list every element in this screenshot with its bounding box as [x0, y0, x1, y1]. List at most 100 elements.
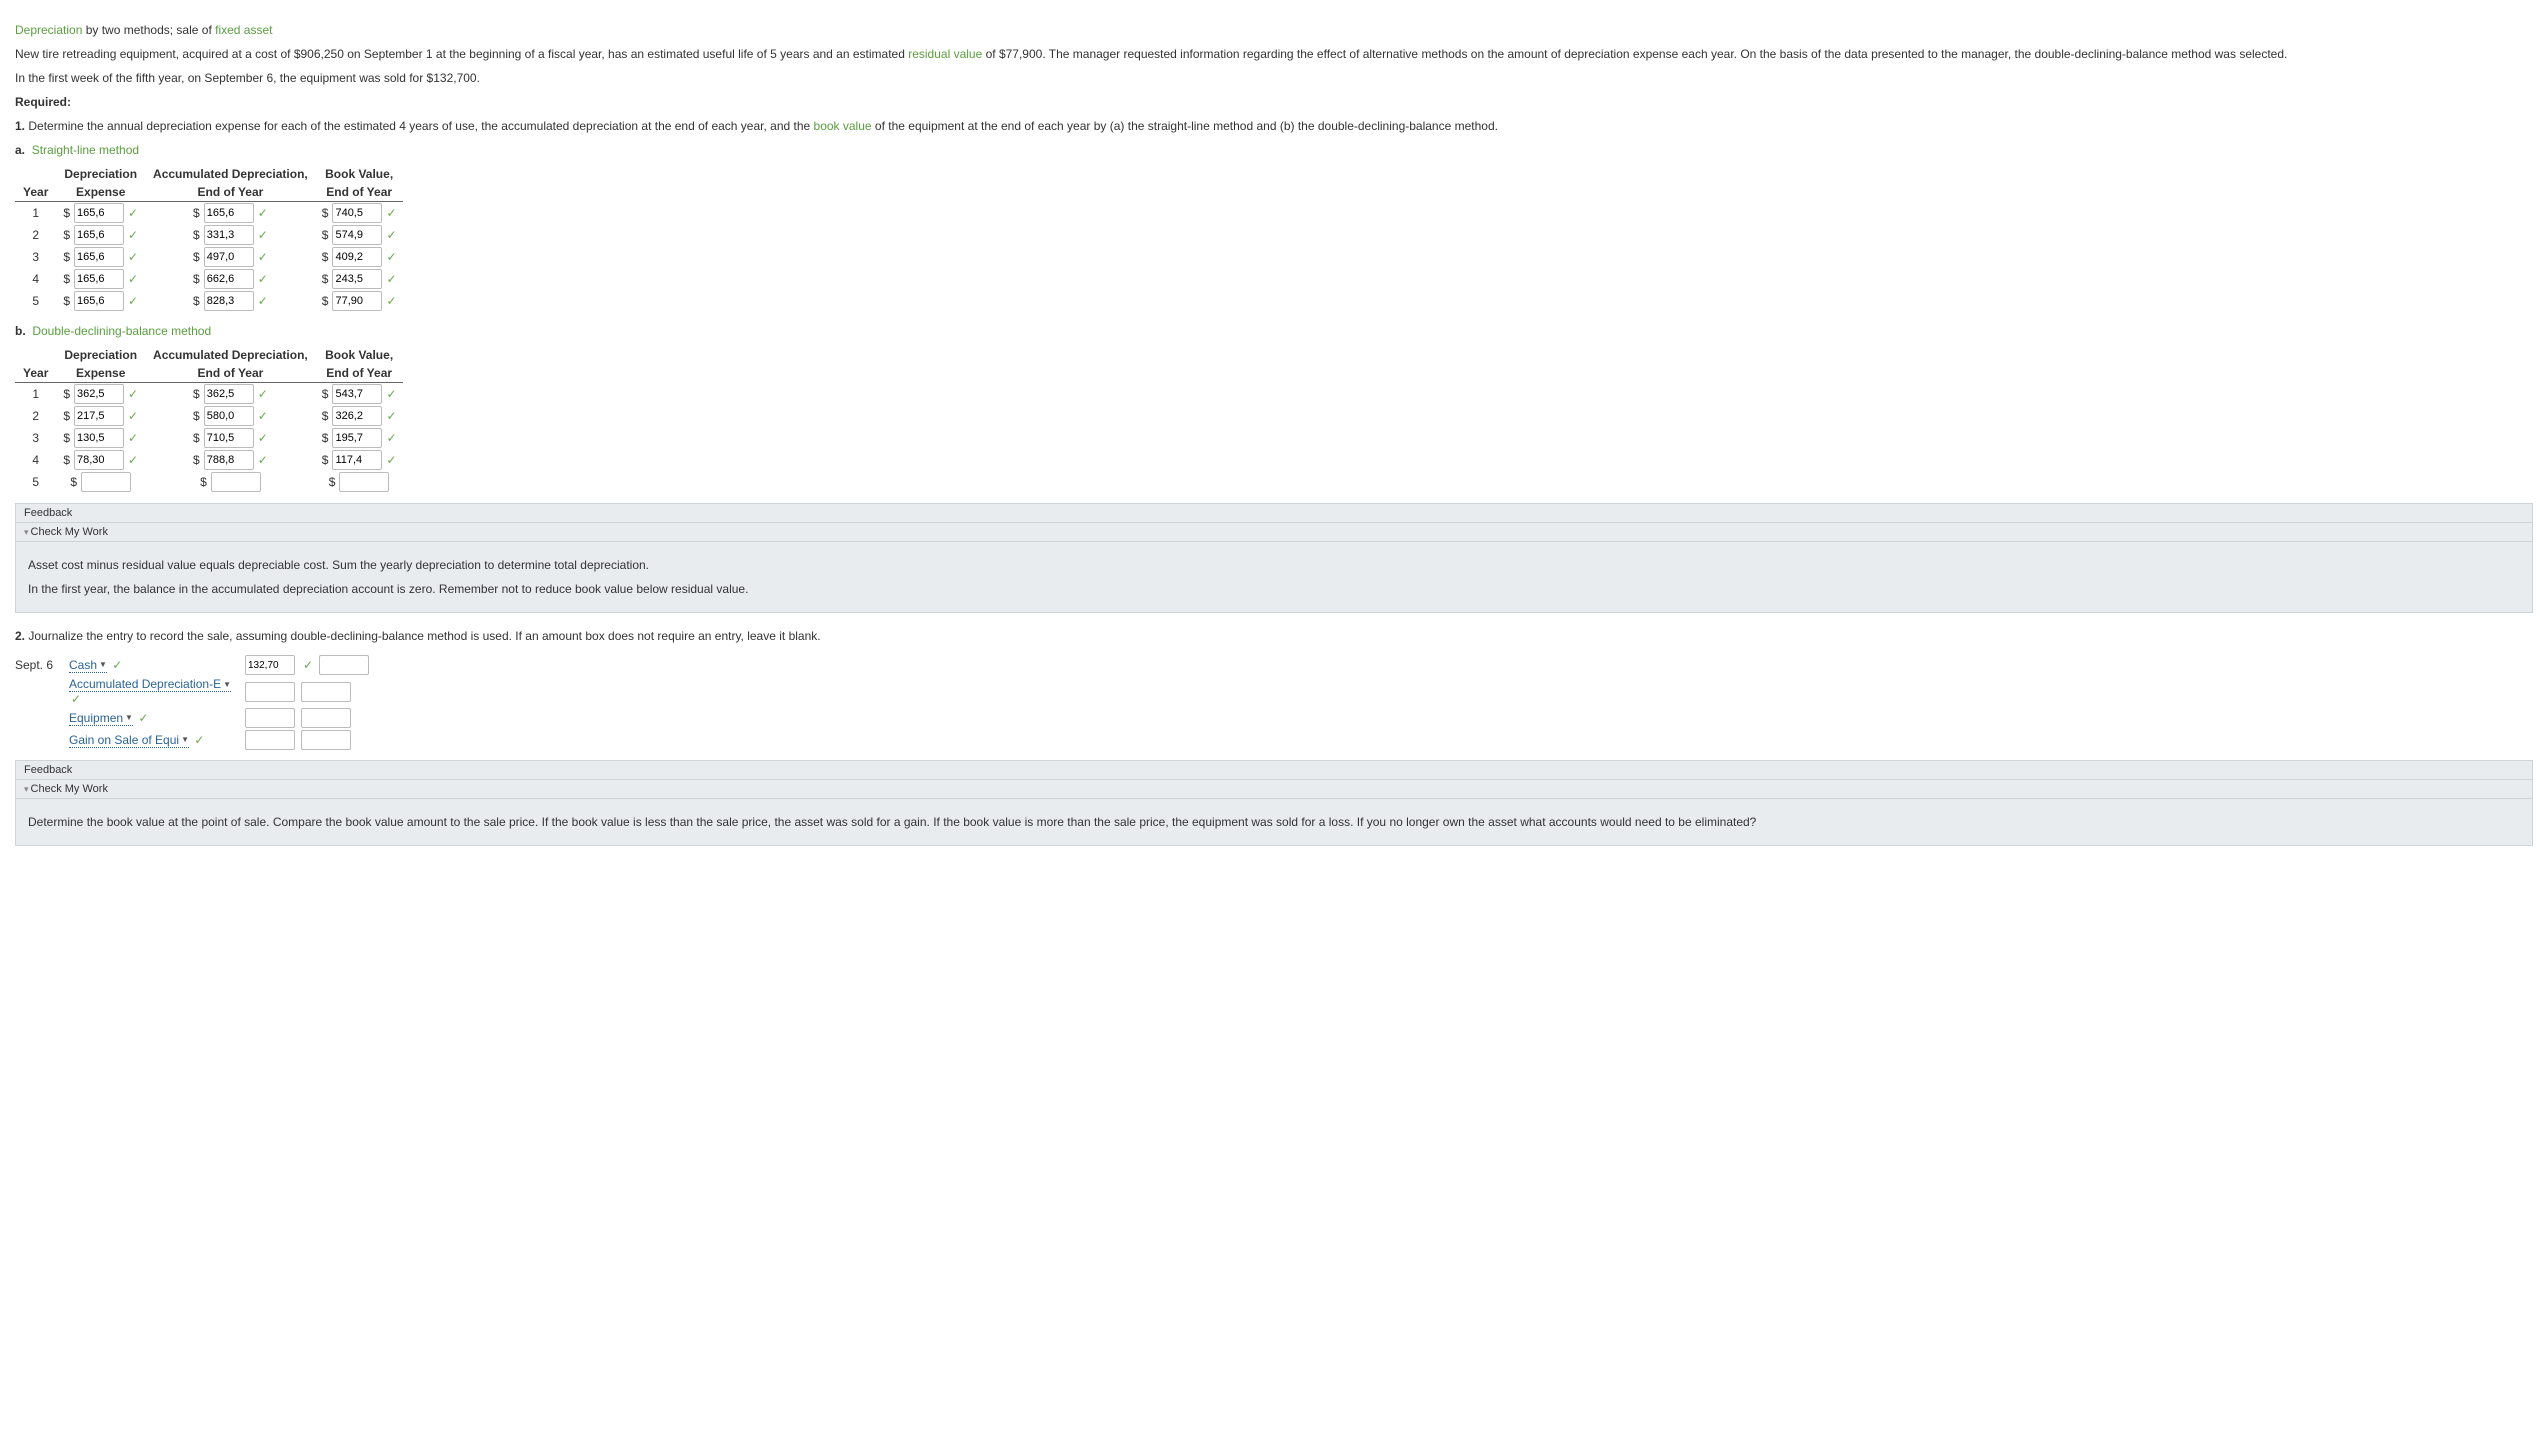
answer-input[interactable] — [74, 247, 124, 267]
check-icon: ✓ — [128, 294, 138, 308]
answer-input[interactable] — [332, 450, 382, 470]
check-icon: ✓ — [386, 387, 396, 401]
part-b-label: b. Double-declining-balance method — [15, 322, 2533, 340]
answer-input[interactable] — [332, 384, 382, 404]
answer-input[interactable] — [74, 291, 124, 311]
credit-input[interactable] — [319, 655, 369, 675]
feedback-line: In the first year, the balance in the ac… — [28, 580, 2520, 598]
check-icon: ✓ — [386, 272, 396, 286]
feedback-line: Determine the book value at the point of… — [28, 813, 2520, 831]
check-icon: ✓ — [128, 387, 138, 401]
problem-para-1: New tire retreading equipment, acquired … — [15, 45, 2533, 63]
table-row: 4$✓$✓$✓ — [15, 449, 403, 471]
caret-down-icon: ▾ — [24, 784, 29, 794]
answer-input[interactable] — [74, 203, 124, 223]
table-straight-line: Depreciation Accumulated Depreciation, B… — [15, 165, 403, 312]
table-ddb: Depreciation Accumulated Depreciation, B… — [15, 346, 403, 493]
table-row: 4$✓$✓$✓ — [15, 268, 403, 290]
check-icon: ✓ — [258, 272, 268, 286]
method-link-ddb[interactable]: Double-declining-balance method — [32, 324, 211, 338]
caret-down-icon: ▼ — [99, 660, 107, 669]
credit-input[interactable] — [301, 708, 351, 728]
account-select[interactable]: Equipmen▼ — [69, 711, 133, 726]
check-icon: ✓ — [128, 228, 138, 242]
term-link-residual-value[interactable]: residual value — [908, 47, 982, 61]
answer-input[interactable] — [332, 428, 382, 448]
check-icon: ✓ — [258, 250, 268, 264]
answer-input[interactable] — [339, 472, 389, 492]
answer-input[interactable] — [204, 450, 254, 470]
account-select[interactable]: Accumulated Depreciation-E▼ — [69, 677, 231, 692]
table-row: 5$✓$✓$✓ — [15, 290, 403, 312]
check-icon: ✓ — [128, 409, 138, 423]
term-link-depreciation[interactable]: Depreciation — [15, 23, 82, 37]
account-select[interactable]: Cash▼ — [69, 658, 107, 673]
journal-row: Accumulated Depreciation-E▼ ✓ — [15, 677, 2533, 706]
answer-input[interactable] — [74, 269, 124, 289]
answer-input[interactable] — [332, 291, 382, 311]
check-icon: ✓ — [258, 206, 268, 220]
table-row: 1$✓$✓$✓ — [15, 383, 403, 406]
feedback-title: Feedback — [16, 761, 2532, 780]
answer-input[interactable] — [204, 247, 254, 267]
method-link-straight-line[interactable]: Straight-line method — [32, 143, 139, 157]
credit-input[interactable] — [301, 682, 351, 702]
check-icon: ✓ — [386, 409, 396, 423]
answer-input[interactable] — [332, 225, 382, 245]
check-icon: ✓ — [258, 409, 268, 423]
journal-entry: Sept. 6Cash▼ ✓✓Accumulated Depreciation-… — [15, 655, 2533, 750]
answer-input[interactable] — [74, 384, 124, 404]
check-icon: ✓ — [128, 431, 138, 445]
term-link-fixed-asset[interactable]: fixed asset — [215, 23, 272, 37]
answer-input[interactable] — [204, 225, 254, 245]
table-row: 3$✓$✓$✓ — [15, 427, 403, 449]
feedback-toggle[interactable]: ▾Check My Work — [16, 780, 2532, 799]
answer-input[interactable] — [332, 269, 382, 289]
caret-down-icon: ▼ — [125, 713, 133, 722]
journal-row: Gain on Sale of Equi▼ ✓ — [15, 730, 2533, 750]
check-icon: ✓ — [258, 294, 268, 308]
check-icon: ✓ — [112, 658, 122, 672]
answer-input[interactable] — [332, 406, 382, 426]
debit-input[interactable] — [245, 708, 295, 728]
answer-input[interactable] — [332, 203, 382, 223]
answer-input[interactable] — [204, 291, 254, 311]
table-row: 2$✓$✓$✓ — [15, 224, 403, 246]
feedback-line: Asset cost minus residual value equals d… — [28, 556, 2520, 574]
answer-input[interactable] — [204, 428, 254, 448]
feedback-box-2: Feedback ▾Check My Work Determine the bo… — [15, 760, 2533, 846]
answer-input[interactable] — [74, 406, 124, 426]
answer-input[interactable] — [204, 269, 254, 289]
check-icon: ✓ — [138, 711, 148, 725]
feedback-toggle[interactable]: ▾Check My Work — [16, 523, 2532, 542]
problem-para-2: In the first week of the fifth year, on … — [15, 69, 2533, 87]
debit-input[interactable] — [245, 682, 295, 702]
question-2: 2. Journalize the entry to record the sa… — [15, 627, 2533, 645]
answer-input[interactable] — [204, 203, 254, 223]
debit-input[interactable] — [245, 655, 295, 675]
check-icon: ✓ — [258, 431, 268, 445]
answer-input[interactable] — [74, 450, 124, 470]
check-icon: ✓ — [258, 453, 268, 467]
term-link-book-value[interactable]: book value — [814, 119, 872, 133]
table-row: 3$✓$✓$✓ — [15, 246, 403, 268]
table-row: 1$✓$✓$✓ — [15, 202, 403, 225]
account-select[interactable]: Gain on Sale of Equi▼ — [69, 733, 189, 748]
answer-input[interactable] — [332, 247, 382, 267]
answer-input[interactable] — [204, 406, 254, 426]
debit-input[interactable] — [245, 730, 295, 750]
journal-row: Sept. 6Cash▼ ✓✓ — [15, 655, 2533, 675]
check-icon: ✓ — [386, 431, 396, 445]
check-icon: ✓ — [386, 453, 396, 467]
feedback-box-1: Feedback ▾Check My Work Asset cost minus… — [15, 503, 2533, 613]
check-icon: ✓ — [71, 692, 81, 706]
journal-row: Equipmen▼ ✓ — [15, 708, 2533, 728]
answer-input[interactable] — [204, 384, 254, 404]
part-a-label: a. Straight-line method — [15, 141, 2533, 159]
answer-input[interactable] — [211, 472, 261, 492]
answer-input[interactable] — [81, 472, 131, 492]
answer-input[interactable] — [74, 428, 124, 448]
caret-down-icon: ▾ — [24, 527, 29, 537]
credit-input[interactable] — [301, 730, 351, 750]
answer-input[interactable] — [74, 225, 124, 245]
